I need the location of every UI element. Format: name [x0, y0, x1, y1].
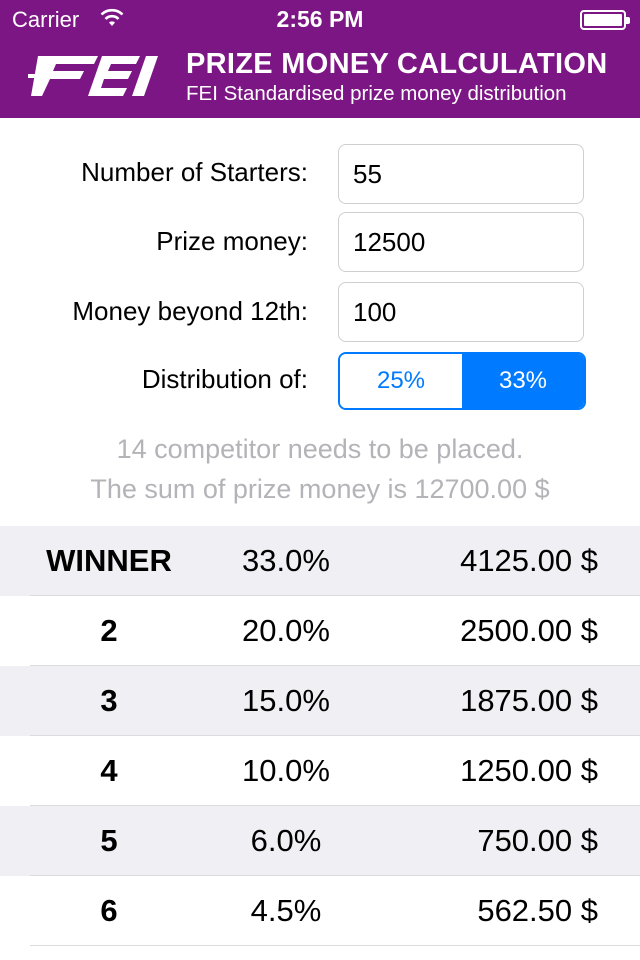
placing-cell: 2: [100, 613, 118, 648]
fei-logo: [28, 56, 158, 96]
status-time: 2:56 PM: [276, 6, 364, 32]
amount-cell: 1875.00 $: [460, 683, 598, 718]
amount-cell: 2500.00 $: [460, 613, 598, 648]
money-beyond-field[interactable]: 100: [338, 282, 584, 342]
money-beyond-label: Money beyond 12th:: [72, 296, 308, 326]
placing-cell: WINNER: [46, 543, 172, 578]
percentage-cell: 4.5%: [250, 893, 322, 928]
percentage-cell: 15.0%: [242, 683, 330, 718]
amount-cell: 562.50 $: [477, 893, 598, 928]
app-subtitle: FEI Standardised prize money distributio…: [186, 82, 567, 105]
table-row[interactable]: 6 4.5% 562.50 $: [0, 876, 640, 946]
percentage-cell: 10.0%: [242, 753, 330, 788]
percentage-cell: 20.0%: [242, 613, 330, 648]
table-row[interactable]: 5 6.0% 750.00 $: [0, 806, 640, 876]
starters-field[interactable]: 55: [338, 144, 584, 204]
distribution-25-option[interactable]: 25%: [340, 354, 462, 408]
percentage-cell: 6.0%: [250, 823, 322, 858]
prize-sum-text: The sum of prize money is 12700.00 $: [90, 474, 550, 504]
placing-cell: 3: [100, 683, 118, 718]
placed-count-text: 14 competitor needs to be placed.: [116, 434, 524, 464]
percentage-cell: 33.0%: [242, 543, 330, 578]
prize-money-field[interactable]: 12500: [338, 212, 584, 272]
table-row[interactable]: 4 10.0% 1250.00 $: [0, 736, 640, 806]
placing-cell: 4: [100, 753, 118, 788]
app-header: Carrier 2:56 PM PRIZE MONEY CALCULATION …: [0, 0, 640, 118]
amount-cell: 4125.00 $: [460, 543, 598, 578]
app-screen: Carrier 2:56 PM PRIZE MONEY CALCULATION …: [0, 0, 640, 960]
amount-cell: 1250.00 $: [460, 753, 598, 788]
row-divider: [30, 945, 640, 946]
distribution-label: Distribution of:: [141, 364, 308, 394]
app-title: PRIZE MONEY CALCULATION: [186, 48, 608, 80]
amount-cell: 750.00 $: [477, 823, 598, 858]
table-row[interactable]: 2 20.0% 2500.00 $: [0, 596, 640, 666]
placing-cell: 6: [100, 893, 118, 928]
table-row[interactable]: 3 15.0% 1875.00 $: [0, 666, 640, 736]
distribution-33-option[interactable]: 33%: [462, 354, 584, 408]
starters-label: Number of Starters:: [81, 157, 308, 187]
table-row[interactable]: WINNER 33.0% 4125.00 $: [0, 526, 640, 596]
placing-cell: 5: [100, 823, 118, 858]
prize-money-label: Prize money:: [156, 226, 308, 256]
prize-distribution-table: WINNER 33.0% 4125.00 $ 2 20.0% 2500.00 $ 3 15.0…: [0, 526, 640, 946]
status-bar: Carrier 2:56 PM: [0, 0, 640, 40]
distribution-segmented-control: 25% 33%: [338, 352, 586, 410]
battery-icon: [580, 10, 630, 30]
